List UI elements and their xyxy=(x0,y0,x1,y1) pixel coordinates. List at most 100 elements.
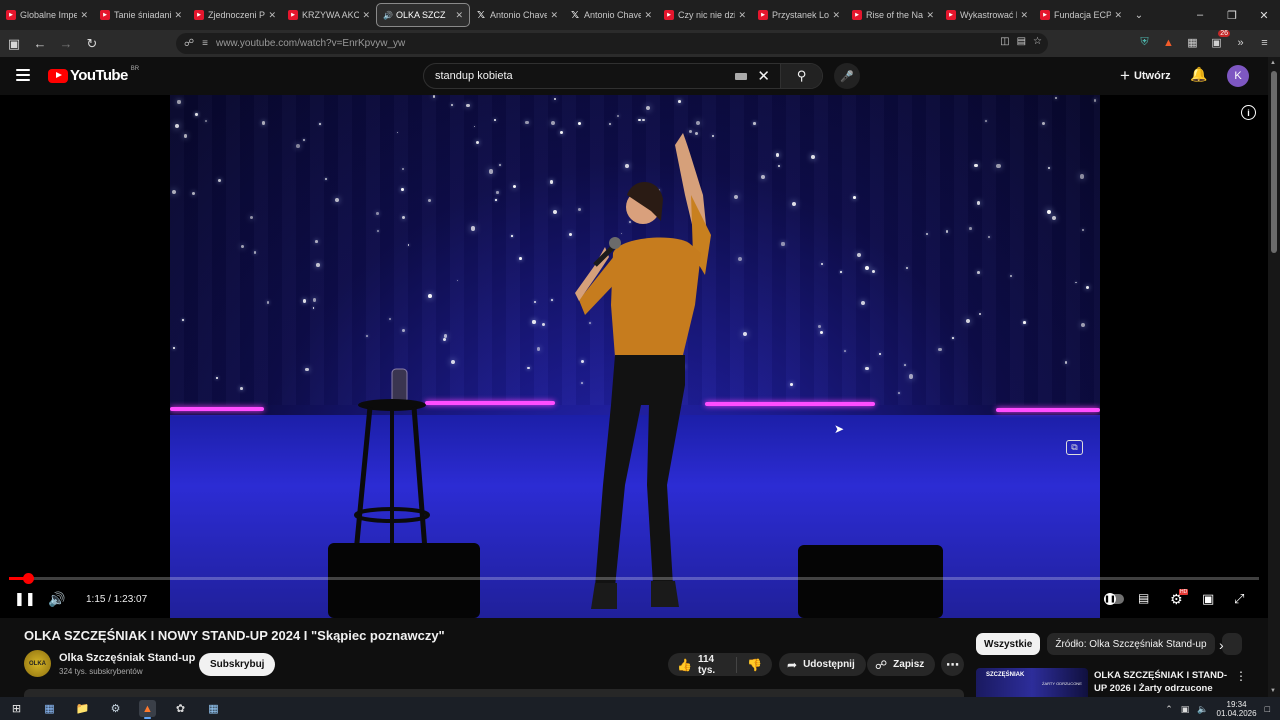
tab-close-icon[interactable]: ✕ xyxy=(644,10,652,21)
steam-icon[interactable]: ⚙ xyxy=(107,700,124,717)
tab-close-icon[interactable]: ✕ xyxy=(1114,10,1122,21)
info-icon[interactable]: i xyxy=(1241,105,1256,120)
tab-list-chevron-icon[interactable]: ⌄ xyxy=(1128,10,1150,21)
search-box[interactable]: standup kobieta ✕ ⚲ xyxy=(423,63,823,89)
address-bar[interactable]: ☍ ≡ www.youtube.com/watch?v=EnrKpvyw_yw … xyxy=(176,33,1048,54)
tab-close-icon[interactable]: ✕ xyxy=(362,10,370,21)
channel-avatar[interactable]: OLKA xyxy=(24,650,51,677)
browser-tab[interactable]: ▶ Rise of the Nazi ✕ xyxy=(846,3,940,27)
notifications-bell-icon[interactable]: 🔔 xyxy=(1190,66,1207,83)
like-button[interactable]: 👍 114 tys. xyxy=(668,654,738,676)
chip-source[interactable]: Źródło: Olka Szczęśniak Stand-up xyxy=(1047,633,1215,655)
brave-lion-icon[interactable]: ▲ xyxy=(1161,35,1176,50)
autoplay-toggle[interactable]: ❚❚ xyxy=(1104,593,1124,605)
miniplayer-expand-icon[interactable]: ⧉ xyxy=(1066,440,1083,455)
recommendation-thumbnail[interactable]: SZCZĘŚNIAK ŻARTY ODRZUCONE xyxy=(976,668,1088,697)
browser-tab[interactable]: 🔊 OLKA SZCZ ✕ xyxy=(376,3,470,27)
calculator-icon[interactable]: ▦ xyxy=(205,700,222,717)
app-icon[interactable]: ✿ xyxy=(172,700,189,717)
page-scrollbar[interactable]: ▲ ▼ xyxy=(1268,57,1280,697)
browser-menu-icon[interactable]: ≡ xyxy=(1257,35,1272,50)
tab-close-icon[interactable]: ✕ xyxy=(926,10,934,21)
minimize-icon[interactable]: – xyxy=(1184,0,1216,30)
reading-mode-icon[interactable]: ▤ xyxy=(1017,36,1026,47)
subtitles-icon[interactable]: ▤ xyxy=(1138,591,1149,605)
url-text[interactable]: www.youtube.com/watch?v=EnrKpvyw_yw xyxy=(216,38,405,49)
recommendation-menu-icon[interactable]: ⋮ xyxy=(1235,669,1247,683)
keyboard-icon[interactable] xyxy=(735,72,748,80)
browser-tab[interactable]: ▶ Tanie śniadanie ✕ xyxy=(94,3,188,27)
more-tools-icon[interactable]: » xyxy=(1233,35,1248,50)
share-button[interactable]: ➦ Udostępnij xyxy=(779,653,866,676)
channel-name[interactable]: Olka Szczęśniak Stand-up xyxy=(59,652,195,664)
notifications-icon[interactable]: □ xyxy=(1265,704,1270,714)
browser-tab[interactable]: ▶ Zjednoczeni Prz✕ xyxy=(188,3,282,27)
menu-hamburger-icon[interactable] xyxy=(16,69,30,81)
tab-close-icon[interactable]: ✕ xyxy=(738,10,746,21)
extension-badge-icon[interactable]: ▣ 26 xyxy=(1209,30,1230,50)
description-box[interactable] xyxy=(24,689,964,697)
restore-icon[interactable]: ❐ xyxy=(1216,0,1248,30)
tab-close-icon[interactable]: ✕ xyxy=(268,10,276,21)
theater-mode-icon[interactable]: ▣ xyxy=(1202,591,1214,607)
pause-icon[interactable]: ❚❚ xyxy=(14,591,36,607)
volume-tray-icon[interactable]: 🔈 xyxy=(1197,704,1208,715)
youtube-header: YouTube BR standup kobieta ✕ ⚲ 🎤 + Utwórz… xyxy=(0,57,1268,95)
forward-icon[interactable]: → xyxy=(54,33,78,55)
reload-icon[interactable]: ↻ xyxy=(80,33,104,55)
tab-close-icon[interactable]: ✕ xyxy=(455,10,463,21)
tab-close-icon[interactable]: ✕ xyxy=(832,10,840,21)
browser-tab[interactable]: ▶ Przystanek Lomi✕ xyxy=(752,3,846,27)
clear-search-icon[interactable]: ✕ xyxy=(757,67,770,85)
tab-close-icon[interactable]: ✕ xyxy=(174,10,182,21)
youtube-logo[interactable]: YouTube BR xyxy=(48,66,139,84)
windows-start-icon[interactable]: ⊞ xyxy=(8,700,25,717)
chips-next-chevron-icon[interactable]: › xyxy=(1219,637,1224,653)
close-window-icon[interactable]: ✕ xyxy=(1248,0,1280,30)
network-icon[interactable]: ▣ xyxy=(1181,704,1190,715)
progress-bar[interactable] xyxy=(9,573,1259,584)
video-player[interactable]: i ⧉ ➤ ❚❚ 🔊 1:15 / 1:23:07 ❚❚ ▤ ⚙ HD ▣ ⤢ xyxy=(0,95,1268,618)
bookmark-star-icon[interactable]: ☆ xyxy=(1033,36,1042,47)
install-app-icon[interactable]: ◫ xyxy=(1000,36,1009,47)
fullscreen-icon[interactable]: ⤢ xyxy=(1234,591,1244,607)
extensions-puzzle-icon[interactable]: ▦ xyxy=(1185,35,1200,50)
browser-taskbar-icon[interactable]: ▲ xyxy=(139,700,156,719)
create-button[interactable]: + Utwórz xyxy=(1120,66,1171,86)
browser-tab[interactable]: 𝕏 Antonio Chavez ✕ xyxy=(564,3,658,27)
subscribe-button[interactable]: Subskrybuj xyxy=(199,653,276,676)
save-button[interactable]: ☍ Zapisz xyxy=(867,653,936,676)
browser-tab[interactable]: ▶ KRZYWA AKCJA✕ xyxy=(282,3,376,27)
browser-tab[interactable]: 𝕏 Antonio Chavez ✕ xyxy=(470,3,564,27)
browser-tab[interactable]: ▶ Fundacja ECPU✕ xyxy=(1034,3,1128,27)
search-icon[interactable]: ⚲ xyxy=(780,64,822,88)
progress-scrubber[interactable] xyxy=(22,573,34,584)
browser-tab[interactable]: ▶ Globalne Imperi ✕ xyxy=(0,3,94,27)
search-input[interactable]: standup kobieta xyxy=(424,70,735,82)
site-info-icon[interactable]: ☍ xyxy=(184,38,194,49)
recommendation-title[interactable]: OLKA SZCZĘŚNIAK I STAND-UP 2026 I Żarty … xyxy=(1094,669,1234,695)
tab-actions-icon[interactable]: ▣ xyxy=(2,33,26,55)
browser-tab[interactable]: ▶ Czy nic nie dziej✕ xyxy=(658,3,752,27)
site-settings-icon[interactable]: ≡ xyxy=(202,38,208,49)
file-explorer-icon[interactable]: 📁 xyxy=(74,700,91,717)
computer-icon[interactable]: ▦ xyxy=(41,700,58,717)
chip-all[interactable]: Wszystkie xyxy=(976,633,1041,655)
tray-chevron-icon[interactable]: ⌃ xyxy=(1165,704,1173,715)
settings-gear-icon[interactable]: ⚙ HD xyxy=(1170,589,1189,608)
more-actions-icon[interactable]: ⋯ xyxy=(941,653,964,676)
shield-extension-icon[interactable]: ⛨ xyxy=(1137,35,1152,50)
scrollbar-thumb[interactable] xyxy=(1271,71,1277,253)
tab-close-icon[interactable]: ✕ xyxy=(550,10,558,21)
browser-tab[interactable]: ▶ Wykastrować bi ✕ xyxy=(940,3,1034,27)
dislike-button[interactable]: 👎 xyxy=(737,658,772,672)
tab-close-icon[interactable]: ✕ xyxy=(1020,10,1028,21)
tab-close-icon[interactable]: ✕ xyxy=(80,10,88,21)
account-avatar[interactable]: K xyxy=(1227,65,1249,87)
volume-icon[interactable]: 🔊 xyxy=(48,591,65,608)
clock[interactable]: 19:34 01.04.2026 xyxy=(1217,700,1257,718)
back-icon[interactable]: ← xyxy=(28,33,52,55)
microphone-icon[interactable]: 🎤 xyxy=(834,63,860,89)
chip-more[interactable] xyxy=(1221,633,1242,655)
video-frame[interactable] xyxy=(170,95,1100,618)
